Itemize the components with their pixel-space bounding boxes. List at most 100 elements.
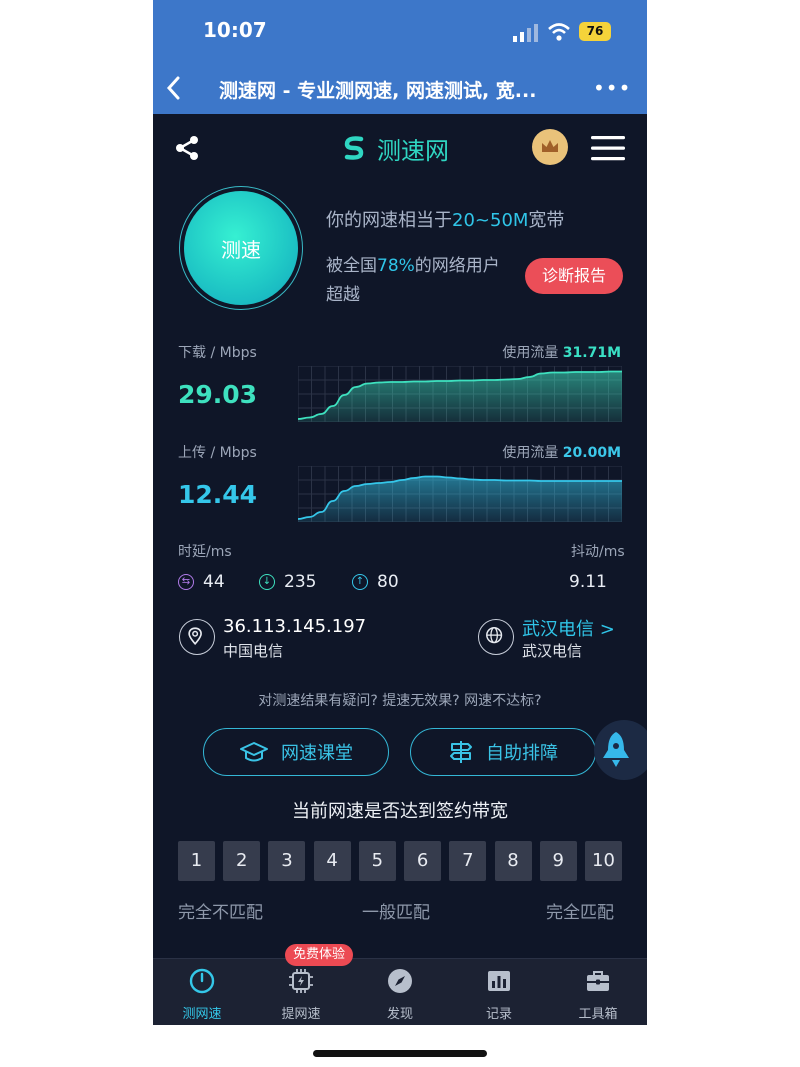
rating-option[interactable]: 3 [268, 841, 306, 881]
download-latency-value: 235 [284, 572, 317, 592]
upload-label: 上传 / Mbps [178, 445, 257, 461]
location-pin-icon [179, 619, 215, 655]
help-question-text: 对测速结果有疑问? 提速无效果? 网速不达标? [258, 693, 542, 709]
scale-mid-label: 一般匹配 [362, 903, 430, 923]
cellular-signal-icon [513, 24, 538, 42]
down-arrow-icon: ↓ [259, 574, 275, 590]
tab-discover[interactable]: 发现 [351, 959, 449, 1025]
download-latency: ↓ 235 [259, 572, 316, 592]
ping-latency: ⇆ 44 [178, 572, 225, 592]
upload-speed-chart [298, 466, 622, 522]
speed-course-label: 网速课堂 [281, 743, 353, 764]
rating-option[interactable]: 9 [539, 841, 577, 881]
phone-screen: 10:07 76 测速网 - 专业测网速, 网速测试, 宽... ••• 测速网 [153, 0, 647, 1025]
download-usage-label: 使用流量 [502, 345, 559, 361]
up-arrow-icon: ↑ [352, 574, 368, 590]
tab-label: 发现 [386, 1007, 413, 1022]
exceed-text: 被全国78%的网络用户 [326, 251, 500, 276]
home-indicator [313, 1050, 487, 1057]
tab-label: 提网速 [281, 1007, 321, 1022]
download-label: 下载 / Mbps [178, 345, 257, 361]
rating-option[interactable]: 1 [178, 841, 215, 881]
self-help-label: 自助排障 [486, 743, 558, 764]
toolbox-icon [587, 971, 609, 991]
tab-boost[interactable]: 提网速 [252, 959, 350, 1025]
logo-text: 测速网 [377, 136, 449, 165]
download-speed-chart [298, 366, 622, 422]
globe-glyph [486, 627, 503, 644]
logo-mark-icon [344, 136, 364, 160]
globe-icon [478, 619, 514, 655]
equiv-suffix: 宽带 [528, 210, 565, 231]
signpost-icon [450, 741, 472, 763]
tab-speed-test[interactable]: 测网速 [153, 959, 251, 1025]
crown-icon [542, 140, 558, 152]
download-speed-value: 29.03 [178, 380, 258, 409]
server-isp: 武汉电信 [522, 642, 583, 660]
equiv-prefix: 你的网速相当于 [326, 210, 452, 231]
tab-label: 记录 [485, 1007, 512, 1022]
bandwidth-rating-title: 当前网速是否达到签约带宽 [292, 801, 508, 822]
tab-records[interactable]: 记录 [450, 959, 548, 1025]
upload-latency-value: 80 [377, 572, 399, 592]
download-usage-value: 31.71M [562, 345, 621, 361]
ip-address: 36.113.145.197 [223, 616, 367, 637]
ping-value: 44 [203, 572, 225, 592]
upload-speed-value: 12.44 [178, 480, 258, 509]
chip-icon [289, 969, 313, 993]
wifi-icon [548, 23, 570, 41]
rating-option[interactable]: 2 [223, 841, 261, 881]
bottom-tab-bar: 测网速 提网速 发现 记录 工具箱 [153, 958, 647, 1025]
diagnosis-report-button[interactable]: 诊断报告 [525, 258, 623, 294]
rating-option[interactable]: 6 [404, 841, 442, 881]
browser-header: 测速网 - 专业测网速, 网速测试, 宽... ••• [153, 62, 647, 114]
speedometer-icon [189, 968, 215, 994]
scale-high-label: 完全匹配 [546, 903, 614, 923]
compass-icon [388, 969, 412, 993]
graduation-cap-icon [240, 742, 268, 762]
speed-course-button[interactable]: 网速课堂 [203, 728, 389, 776]
rating-option[interactable]: 5 [358, 841, 396, 881]
upload-usage-value: 20.00M [562, 445, 621, 461]
exceed-suffix: 的网络用户 [414, 256, 500, 276]
battery-indicator: 76 [579, 22, 611, 41]
start-test-button[interactable]: 测速 [184, 191, 298, 305]
ip-isp: 中国电信 [223, 642, 284, 660]
tab-label: 工具箱 [578, 1007, 618, 1022]
back-arrow-icon[interactable] [163, 74, 185, 102]
speed-curve-area [298, 476, 622, 522]
self-help-button[interactable]: 自助排障 [410, 728, 596, 776]
tab-label: 测网速 [182, 1007, 222, 1022]
equiv-value: 20~50M [452, 210, 529, 231]
rating-option[interactable]: 4 [313, 841, 351, 881]
test-server-link[interactable]: 武汉电信 > [522, 615, 615, 641]
rating-option[interactable]: 8 [494, 841, 532, 881]
speed-equivalent-text: 你的网速相当于20~50M宽带 [326, 206, 564, 232]
ping-icon: ⇆ [178, 574, 194, 590]
status-time: 10:07 [203, 18, 267, 42]
rocket-icon [603, 732, 629, 767]
speed-boost-button[interactable] [594, 720, 647, 780]
share-icon[interactable] [173, 134, 201, 162]
rating-option[interactable]: 10 [584, 841, 622, 881]
exceed-percent: 78% [377, 256, 415, 276]
menu-icon[interactable] [591, 134, 625, 162]
bar-chart-icon [488, 971, 510, 991]
rating-option[interactable]: 7 [449, 841, 487, 881]
free-trial-badge: 免费体验 [285, 944, 354, 966]
exceed-tail: 超越 [326, 285, 360, 305]
upload-usage: 使用流量 20.00M [502, 442, 621, 462]
scale-low-label: 完全不匹配 [178, 903, 263, 923]
rating-scale: 1 2 3 4 5 6 7 8 9 10 [178, 841, 622, 881]
exceed-prefix: 被全国 [326, 256, 377, 276]
tab-toolbox[interactable]: 工具箱 [549, 959, 647, 1025]
latency-label: 时延/ms [178, 544, 232, 560]
upload-latency: ↑ 80 [352, 572, 399, 592]
page-title: 测速网 - 专业测网速, 网速测试, 宽... [219, 80, 537, 102]
download-usage: 使用流量 31.71M [502, 342, 621, 362]
upload-usage-label: 使用流量 [502, 445, 559, 461]
vip-button[interactable] [532, 129, 568, 165]
more-options-icon[interactable]: ••• [593, 78, 630, 98]
jitter-value: 9.11 [569, 572, 607, 592]
location-pin-glyph [188, 627, 202, 646]
